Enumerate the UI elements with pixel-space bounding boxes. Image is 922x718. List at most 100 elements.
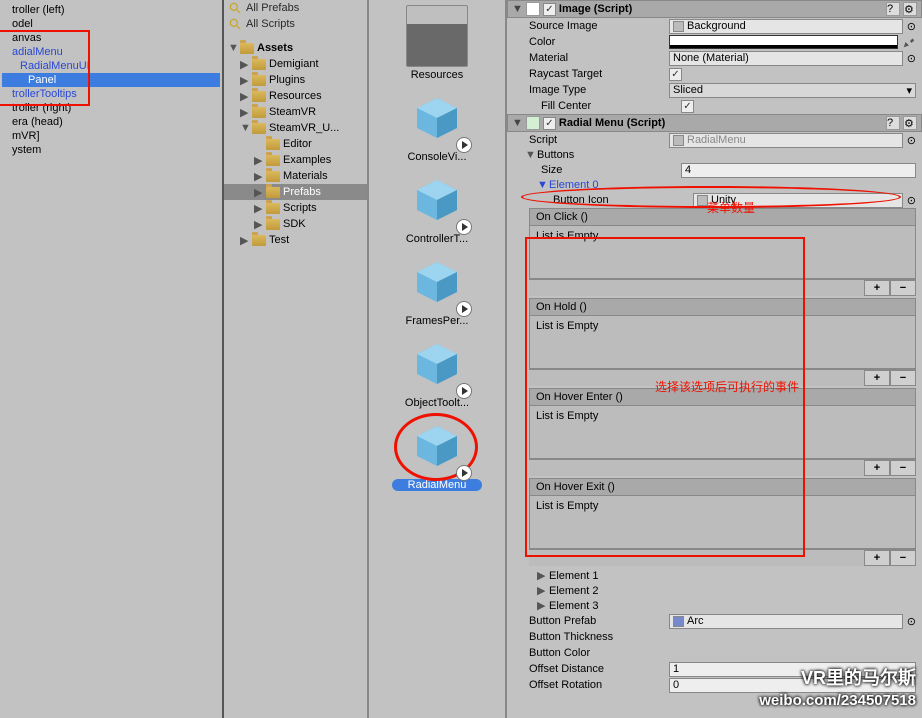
element2-foldout[interactable]: ▶Element 2 — [507, 583, 922, 598]
component-header-radial-menu[interactable]: ▼ ✓ Radial Menu (Script) ? ⚙ — [507, 114, 922, 132]
foldout-arrow[interactable]: ▶ — [240, 90, 252, 103]
dropdown-value: Sliced — [673, 84, 703, 96]
foldout-arrow[interactable]: ▼ — [537, 179, 549, 191]
foldout-arrow[interactable]: ▶ — [254, 202, 266, 215]
add-event-button[interactable]: + — [864, 370, 890, 386]
filter-all-scripts[interactable]: All Scripts — [224, 16, 367, 32]
object-picker-icon[interactable]: ⊙ — [907, 52, 916, 65]
folder-icon — [252, 91, 266, 102]
prop-label: Raycast Target — [529, 68, 669, 80]
foldout-arrow[interactable]: ▶ — [240, 74, 252, 87]
remove-event-button[interactable]: − — [890, 550, 916, 566]
foldout-arrow[interactable]: ▼ — [525, 149, 537, 161]
remove-event-button[interactable]: − — [890, 370, 916, 386]
object-picker-icon[interactable]: ⊙ — [907, 615, 916, 628]
hierarchy-item[interactable]: anvas — [2, 31, 220, 45]
project-folder[interactable]: ▶Examples — [224, 152, 367, 168]
gear-icon[interactable]: ⚙ — [903, 2, 917, 16]
project-folder[interactable]: ▶Resources — [224, 88, 367, 104]
onhold-event-box: On Hold () List is Empty — [529, 298, 916, 369]
material-field[interactable]: None (Material) — [669, 51, 903, 66]
enable-checkbox[interactable]: ✓ — [543, 117, 556, 130]
button-prefab-field[interactable]: Arc — [669, 614, 903, 629]
element0-foldout[interactable]: ▼Element 0 — [507, 178, 922, 192]
project-folder-selected[interactable]: ▶Prefabs — [224, 184, 367, 200]
asset-item[interactable]: ObjectToolt... — [392, 333, 482, 409]
project-folder[interactable]: ▶Test — [224, 232, 367, 248]
hierarchy-item[interactable]: RadialMenuUI — [2, 59, 220, 73]
foldout-arrow[interactable]: ▶ — [254, 170, 266, 183]
object-picker-icon[interactable]: ⊙ — [907, 194, 916, 207]
button-icon-field[interactable]: Unity — [693, 193, 903, 208]
foldout-arrow[interactable]: ▼ — [512, 117, 523, 129]
foldout-arrow[interactable]: ▶ — [537, 569, 549, 582]
project-folder[interactable]: ▶Demigiant — [224, 56, 367, 72]
project-folder[interactable]: ▶Materials — [224, 168, 367, 184]
foldout-arrow[interactable]: ▼ — [240, 122, 252, 134]
hierarchy-item[interactable]: mVR] — [2, 129, 220, 143]
foldout-label: Element 1 — [549, 570, 599, 582]
fill-center-checkbox[interactable]: ✓ — [681, 100, 694, 113]
help-icon[interactable]: ? — [886, 116, 900, 130]
asset-item[interactable]: FramesPer... — [392, 251, 482, 327]
add-event-button[interactable]: + — [864, 550, 890, 566]
object-picker-icon[interactable]: ⊙ — [907, 134, 916, 147]
foldout-arrow[interactable]: ▶ — [240, 234, 252, 247]
foldout-arrow[interactable]: ▶ — [240, 58, 252, 71]
source-image-field[interactable]: Background — [669, 19, 903, 34]
add-event-button[interactable]: + — [864, 460, 890, 476]
hierarchy-item[interactable]: adialMenu — [2, 45, 220, 59]
prop-label: Source Image — [529, 20, 669, 32]
foldout-arrow[interactable]: ▼ — [512, 3, 523, 15]
element1-foldout[interactable]: ▶Element 1 — [507, 568, 922, 583]
foldout-arrow[interactable]: ▶ — [254, 218, 266, 231]
eyedropper-icon[interactable] — [902, 35, 916, 49]
add-event-button[interactable]: + — [864, 280, 890, 296]
hierarchy-item-selected[interactable]: Panel — [2, 73, 220, 87]
raycast-checkbox[interactable]: ✓ — [669, 68, 682, 81]
hierarchy-item[interactable]: troller (right) — [2, 101, 220, 115]
foldout-arrow[interactable]: ▶ — [254, 186, 266, 199]
hierarchy-item[interactable]: ystem — [2, 143, 220, 157]
asset-item[interactable]: ConsoleVi... — [392, 87, 482, 163]
project-folder[interactable]: ▶Scripts — [224, 200, 367, 216]
event-header: On Hover Enter () — [530, 389, 915, 406]
remove-event-button[interactable]: − — [890, 460, 916, 476]
foldout-arrow[interactable]: ▶ — [537, 599, 549, 612]
project-folder[interactable]: ▶Plugins — [224, 72, 367, 88]
color-field[interactable] — [669, 35, 898, 49]
buttons-foldout[interactable]: ▼Buttons — [507, 148, 922, 162]
help-icon[interactable]: ? — [886, 2, 900, 16]
element3-foldout[interactable]: ▶Element 3 — [507, 598, 922, 613]
foldout-arrow[interactable]: ▼ — [228, 42, 240, 54]
foldout-arrow[interactable]: ▶ — [254, 154, 266, 167]
remove-event-button[interactable]: − — [890, 280, 916, 296]
project-folder[interactable]: Editor — [224, 136, 367, 152]
foldout-arrow[interactable]: ▶ — [240, 106, 252, 119]
offset-distance-field[interactable] — [669, 662, 916, 677]
prop-label: Offset Rotation — [529, 679, 669, 691]
size-field[interactable] — [681, 163, 916, 178]
script-icon — [673, 135, 684, 146]
script-field[interactable]: RadialMenu — [669, 133, 903, 148]
prop-label: Button Prefab — [529, 615, 669, 627]
asset-item[interactable]: ControllerT... — [392, 169, 482, 245]
hierarchy-item[interactable]: odel — [2, 17, 220, 31]
foldout-arrow[interactable]: ▶ — [537, 584, 549, 597]
project-folder[interactable]: ▶SDK — [224, 216, 367, 232]
filter-all-prefabs[interactable]: All Prefabs — [224, 0, 367, 16]
project-folder[interactable]: ▶SteamVR — [224, 104, 367, 120]
project-folder[interactable]: ▼SteamVR_U... — [224, 120, 367, 136]
offset-rotation-field[interactable] — [669, 678, 916, 693]
component-header-image[interactable]: ▼ ✓ Image (Script) ? ⚙ — [507, 0, 922, 18]
enable-checkbox[interactable]: ✓ — [543, 3, 556, 16]
object-picker-icon[interactable]: ⊙ — [907, 20, 916, 33]
hierarchy-item[interactable]: era (head) — [2, 115, 220, 129]
asset-item-selected[interactable]: RadialMenu — [392, 415, 482, 491]
hierarchy-item[interactable]: troller (left) — [2, 3, 220, 17]
gear-icon[interactable]: ⚙ — [903, 116, 917, 130]
image-type-dropdown[interactable]: Sliced▾ — [669, 83, 916, 98]
hierarchy-item[interactable]: trollerTooltips — [2, 87, 220, 101]
asset-item[interactable]: Resources — [392, 5, 482, 81]
project-root[interactable]: ▼Assets — [224, 40, 367, 56]
